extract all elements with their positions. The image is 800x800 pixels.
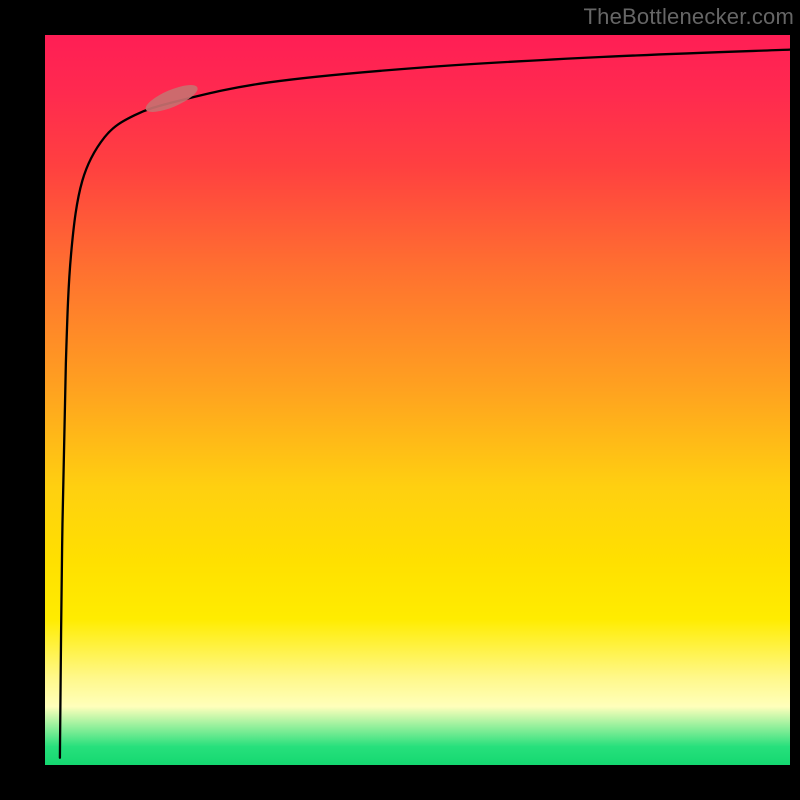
chart-svg <box>45 35 790 765</box>
chart-plot-area <box>45 35 790 765</box>
watermark-text: TheBottlenecker.com <box>584 4 794 30</box>
bottleneck-curve <box>60 50 790 758</box>
